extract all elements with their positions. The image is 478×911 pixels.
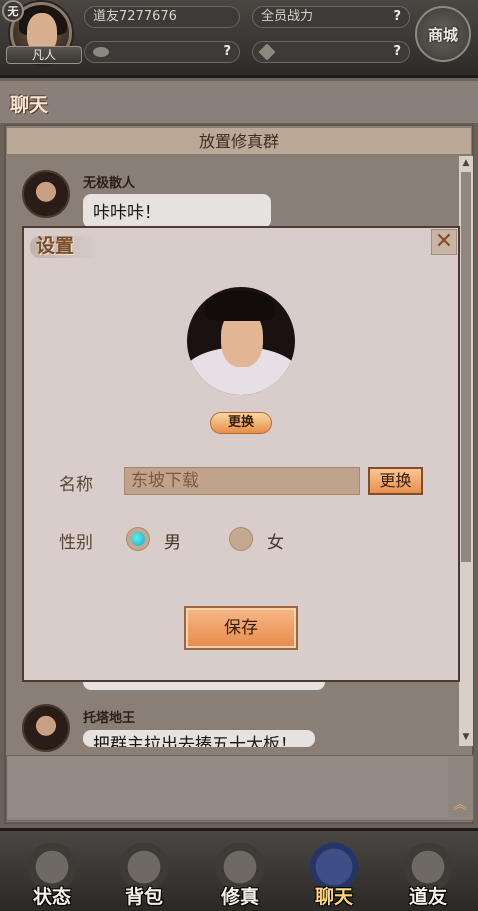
change-avatar-button[interactable]: 更换 xyxy=(210,412,272,434)
save-button[interactable]: 保存 xyxy=(184,606,298,650)
close-icon[interactable]: ✕ xyxy=(431,229,457,255)
avatar-hair xyxy=(205,291,275,321)
gender-female-radio[interactable] xyxy=(229,527,253,551)
gender-female-label[interactable]: 女 xyxy=(267,528,284,553)
dialog-avatar xyxy=(187,287,295,395)
gender-male-radio[interactable] xyxy=(126,527,150,551)
gender-male-label[interactable]: 男 xyxy=(164,528,181,553)
name-input[interactable]: 东坡下载 xyxy=(124,467,360,495)
gender-label: 性别 xyxy=(59,533,93,553)
name-label: 名称 xyxy=(59,475,93,495)
dialog-title: 设置 xyxy=(36,235,75,257)
change-name-button[interactable]: 更换 xyxy=(368,467,423,495)
